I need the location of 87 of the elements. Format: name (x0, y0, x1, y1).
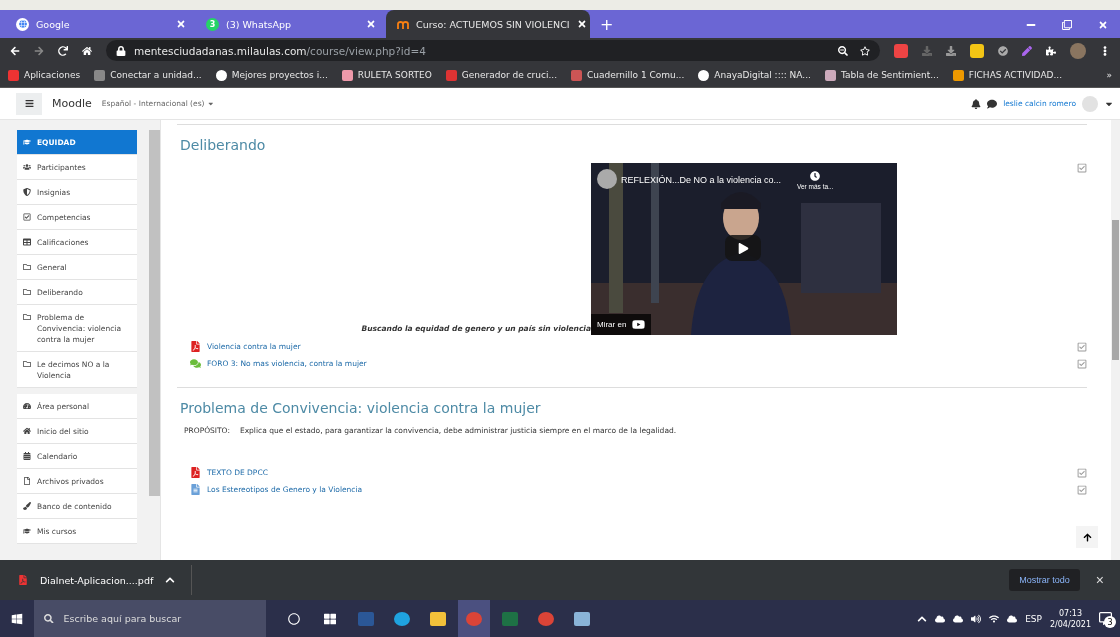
bookmark[interactable]: FICHAS ACTIVIDAD... (952, 69, 1063, 81)
cloud-icon (935, 613, 946, 624)
scrollbar[interactable] (149, 130, 160, 496)
show-all-button[interactable]: Mostrar todo (1009, 569, 1080, 591)
shield-icon (23, 187, 31, 196)
arrow-up-icon (1082, 532, 1092, 542)
play-button[interactable] (725, 235, 761, 261)
bookmark[interactable]: Generador de cruci... (445, 69, 558, 81)
back-icon (10, 45, 20, 56)
users-icon (23, 162, 31, 171)
download-file[interactable]: Dialnet-Aplicacion....pdf (40, 574, 154, 586)
dashboard-icon (23, 401, 31, 410)
language-indicator[interactable]: ESP (1025, 613, 1042, 624)
pdf-icon (190, 467, 201, 478)
message-icon (987, 98, 998, 109)
lock-icon (116, 45, 126, 56)
completion-checkbox[interactable] (1077, 163, 1087, 173)
bell-icon (971, 98, 982, 109)
bookmark[interactable]: Aplicaciones (8, 69, 81, 81)
chevron-up-icon (165, 575, 176, 585)
home-icon (23, 426, 31, 435)
back-to-top-button[interactable] (1076, 526, 1098, 548)
cloud-icon (1007, 613, 1018, 624)
video-title[interactable]: REFLEXIÓN...De NO a la violencia co... (621, 175, 782, 185)
windows-icon (11, 612, 23, 625)
reload-icon (58, 45, 68, 56)
extension-icon[interactable] (970, 43, 984, 58)
pen-icon (1022, 45, 1032, 56)
browser-tab[interactable]: Google (6, 10, 196, 38)
avatar-icon[interactable] (1070, 42, 1086, 59)
cloud-icon (953, 613, 964, 624)
site-name[interactable]: Moodle (52, 97, 92, 110)
completion-checkbox[interactable] (1077, 467, 1087, 478)
menu-icon (24, 99, 34, 108)
new-tab-button[interactable]: + (590, 15, 624, 38)
search-field[interactable]: Escribe aquí para buscar (34, 600, 266, 637)
section-title[interactable]: Deliberando (180, 137, 1087, 153)
completion-checkbox[interactable] (1077, 341, 1087, 352)
graduation-cap-icon (23, 137, 31, 146)
more-bookmarks-button[interactable]: » (1106, 70, 1112, 80)
calendar-icon (23, 451, 31, 460)
puzzle-icon (1046, 45, 1056, 56)
wifi-icon (989, 613, 1000, 624)
file-icon (23, 476, 31, 485)
table-icon (23, 237, 31, 246)
forum-icon (190, 358, 201, 369)
scrollbar[interactable] (1111, 120, 1120, 560)
play-icon (737, 242, 749, 254)
close-icon (176, 19, 186, 29)
browser-tab[interactable]: Curso: ACTUEMOS SIN VIOLENCI (386, 10, 590, 38)
star-icon (860, 45, 870, 56)
completion-checkbox[interactable] (1077, 358, 1087, 369)
pdf-icon (18, 575, 28, 585)
address-bar[interactable]: mentesciudadanas.milaulas.com/course/view.php?id=4 (106, 40, 880, 61)
zoom-out-icon (838, 45, 848, 56)
extension-icon[interactable] (894, 43, 908, 58)
volume-icon (971, 613, 982, 624)
bookmark[interactable]: Mejores proyectos i... (215, 69, 328, 81)
close-icon (576, 19, 587, 29)
youtube-logo (632, 318, 646, 331)
close-icon (1098, 20, 1108, 30)
bookmark[interactable]: AnayaDigital :::: NA... (698, 69, 811, 81)
restore-icon (1062, 20, 1072, 30)
bookmark[interactable]: Cuadernillo 1 Comu... (571, 69, 685, 81)
clock[interactable]: 07:13 2/04/2021 (1049, 607, 1091, 630)
close-icon (366, 19, 376, 29)
page-icon (190, 484, 201, 495)
section-title[interactable]: Problema de Convivencia: violencia contra la mujer (180, 400, 1087, 416)
clock-icon (810, 171, 821, 181)
bookmark[interactable]: Tabla de Sentimient... (824, 69, 939, 81)
menu-button[interactable] (16, 92, 42, 115)
forward-icon (34, 45, 44, 56)
bookmark[interactable]: Conectar a unidad... (94, 69, 202, 81)
graduation-cap-icon (23, 526, 31, 535)
download-icon (946, 45, 956, 56)
checkbox-icon (23, 212, 31, 221)
home-icon (82, 45, 92, 56)
search-icon (44, 613, 54, 624)
chat-badge-icon: 3 (206, 17, 219, 31)
brush-icon (23, 501, 31, 510)
completion-checkbox[interactable] (1077, 484, 1087, 495)
download-icon (922, 45, 932, 56)
bookmark[interactable]: RULETA SORTEO (341, 69, 432, 81)
watch-on-youtube-link[interactable]: Mirar en (591, 314, 652, 335)
close-button[interactable]: × (1089, 571, 1110, 589)
pdf-icon (190, 341, 201, 352)
browser-tab[interactable]: 3 (3) WhatsApp (196, 10, 386, 38)
